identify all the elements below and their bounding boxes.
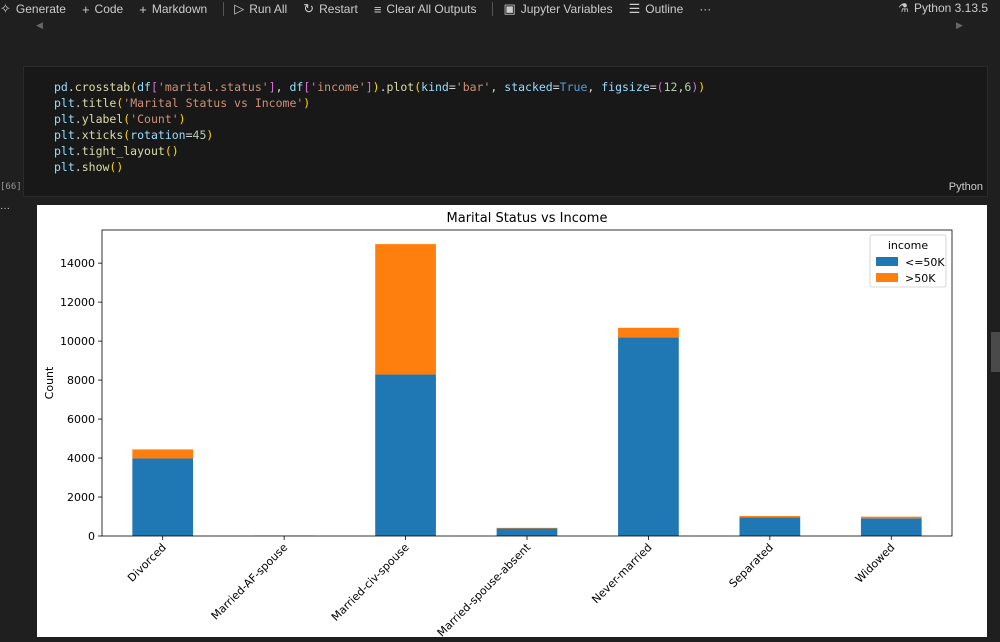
bar-segment bbox=[375, 375, 436, 536]
restart-label: Restart bbox=[319, 2, 358, 16]
output-menu-icon[interactable]: ··· bbox=[0, 203, 10, 214]
bar-segment bbox=[132, 449, 193, 458]
restart-icon: ↻ bbox=[303, 1, 314, 17]
plus-icon: + bbox=[139, 2, 147, 17]
run-all-button[interactable]: ▷ Run All bbox=[234, 1, 287, 17]
code-line: plt.title('Marital Status vs Income') bbox=[54, 96, 310, 110]
add-markdown-button[interactable]: + Markdown bbox=[139, 2, 207, 17]
x-tick-label: Never-married bbox=[589, 541, 654, 606]
bar-segment bbox=[740, 516, 801, 517]
code-line: plt.xticks(rotation=45) bbox=[54, 128, 213, 142]
legend-title: income bbox=[888, 239, 929, 252]
y-tick-label: 12000 bbox=[60, 296, 95, 309]
add-code-label: Code bbox=[95, 2, 124, 16]
toolbar-divider bbox=[223, 2, 224, 16]
cell-language-picker[interactable]: Python bbox=[949, 181, 983, 193]
horizontal-scroll-arrows: ◀ ▶ bbox=[0, 20, 1000, 34]
plot-frame bbox=[102, 230, 952, 536]
y-tick-label: 2000 bbox=[67, 491, 95, 504]
jupyter-variables-button[interactable]: ▣ Jupyter Variables bbox=[503, 1, 612, 17]
restart-button[interactable]: ↻ Restart bbox=[303, 1, 358, 17]
bar-segment bbox=[618, 328, 679, 338]
x-tick-label: Divorced bbox=[125, 541, 169, 585]
x-tick-label: Widowed bbox=[853, 541, 898, 586]
run-all-label: Run All bbox=[249, 2, 287, 16]
chart-title: Marital Status vs Income bbox=[447, 211, 608, 226]
y-tick-label: 4000 bbox=[67, 452, 95, 465]
kernel-picker[interactable]: ⚗ Python 3.13.5 bbox=[898, 1, 988, 15]
y-tick-label: 0 bbox=[88, 530, 95, 543]
legend-label: >50K bbox=[905, 272, 936, 285]
run-all-icon: ▷ bbox=[234, 1, 244, 17]
more-actions-button[interactable]: ··· bbox=[699, 2, 711, 16]
legend-swatch bbox=[876, 273, 898, 282]
clear-outputs-icon: ≡ bbox=[374, 2, 382, 17]
x-tick-label: Married-spouse-absent bbox=[435, 540, 534, 637]
x-tick-label: Married-AF-spouse bbox=[209, 541, 291, 623]
plus-icon: + bbox=[82, 2, 90, 17]
code-editor[interactable]: pd.crosstab(df['marital.status'], df['in… bbox=[54, 79, 705, 175]
notebook-toolbar: ✧ Generate + Code + Markdown ▷ Run All ↻… bbox=[0, 0, 1000, 18]
execution-count: [66] bbox=[0, 182, 22, 192]
scroll-left-icon[interactable]: ◀ bbox=[36, 20, 43, 31]
code-line: plt.tight_layout() bbox=[54, 144, 179, 158]
scroll-right-icon[interactable]: ▶ bbox=[956, 20, 963, 31]
y-tick-label: 6000 bbox=[67, 413, 95, 426]
bar-segment bbox=[861, 517, 922, 519]
y-tick-label: 8000 bbox=[67, 374, 95, 387]
y-axis-label: Count bbox=[43, 366, 56, 399]
clear-outputs-button[interactable]: ≡ Clear All Outputs bbox=[374, 2, 477, 17]
sparkle-icon: ✧ bbox=[0, 1, 11, 17]
bar-segment bbox=[497, 528, 558, 529]
vertical-scrollbar[interactable] bbox=[991, 332, 1000, 372]
cell-output: Divorced Married-AF-spouse Married-civ-spo… bbox=[37, 205, 987, 637]
bar-segment bbox=[375, 244, 436, 374]
variables-icon: ▣ bbox=[503, 1, 515, 17]
bar-segment bbox=[618, 337, 679, 536]
outline-icon: ☰ bbox=[629, 1, 641, 17]
x-tick-label: Separated bbox=[727, 541, 776, 590]
bar-segment bbox=[740, 517, 801, 536]
generate-button[interactable]: ✧ Generate bbox=[0, 1, 66, 17]
code-cell[interactable]: pd.crosstab(df['marital.status'], df['in… bbox=[23, 66, 988, 197]
generate-label: Generate bbox=[16, 2, 66, 16]
bar-chart: Divorced Married-AF-spouse Married-civ-spo… bbox=[37, 205, 987, 637]
code-line: plt.ylabel('Count') bbox=[54, 112, 186, 126]
bar-segment bbox=[861, 518, 922, 536]
add-code-button[interactable]: + Code bbox=[82, 2, 123, 17]
code-line: pd.crosstab(df['marital.status'], df['in… bbox=[54, 80, 705, 94]
outline-label: Outline bbox=[645, 2, 683, 16]
bar-segment bbox=[132, 458, 193, 536]
jupyter-variables-label: Jupyter Variables bbox=[521, 2, 613, 16]
toolbar-divider bbox=[492, 2, 493, 16]
code-line: plt.show() bbox=[54, 160, 123, 174]
add-markdown-label: Markdown bbox=[152, 2, 207, 16]
kernel-label: Python 3.13.5 bbox=[914, 1, 988, 15]
outline-button[interactable]: ☰ Outline bbox=[629, 1, 684, 17]
more-icon: ··· bbox=[699, 2, 711, 16]
clear-outputs-label: Clear All Outputs bbox=[386, 2, 476, 16]
legend-label: <=50K bbox=[905, 256, 945, 269]
legend-swatch bbox=[876, 257, 898, 266]
bar-segment bbox=[497, 529, 558, 536]
kernel-icon: ⚗ bbox=[898, 1, 909, 15]
y-tick-label: 10000 bbox=[60, 335, 95, 348]
y-tick-label: 14000 bbox=[60, 257, 95, 270]
x-tick-label: Married-civ-spouse bbox=[329, 541, 412, 624]
